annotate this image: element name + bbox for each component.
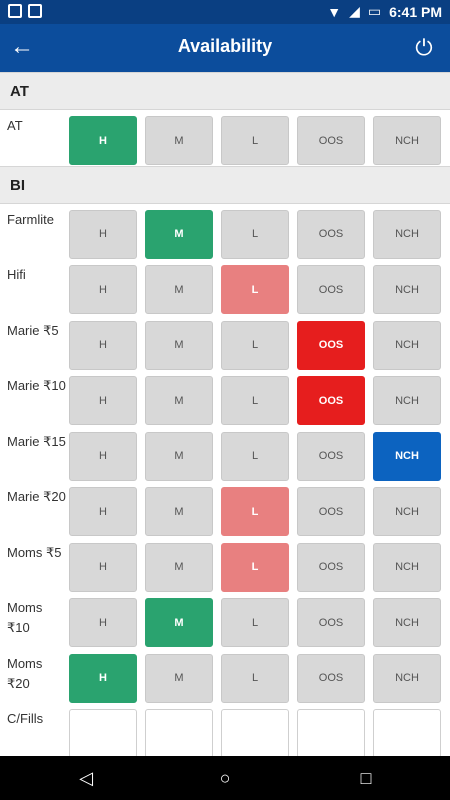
option-oos-button[interactable]: OOS	[297, 431, 365, 481]
option-oos-button[interactable]	[297, 709, 365, 756]
option-nch-button[interactable]: NCH	[373, 431, 441, 481]
option-l-button[interactable]: L	[221, 376, 289, 425]
option-oos-button[interactable]: OOS	[297, 265, 365, 314]
option-m-button[interactable]: M	[145, 209, 213, 259]
status-bar: ▼ ◢ ▭ 6:41 PM	[0, 0, 450, 24]
row-label: AT	[7, 118, 23, 133]
battery-icon: ▭	[367, 3, 382, 19]
row-label: Moms ₹20	[7, 655, 43, 691]
option-h-button[interactable]: H	[69, 431, 137, 481]
row-label: Marie ₹5	[7, 322, 59, 338]
nav-back-icon[interactable]: ◁	[72, 764, 100, 792]
android-nav-bar: ◁ ○ □	[0, 756, 450, 800]
option-l-button[interactable]: L	[221, 542, 289, 592]
option-h-button[interactable]: H	[69, 598, 137, 647]
nav-recents-icon[interactable]: □	[352, 764, 380, 792]
option-oos-button[interactable]: OOS	[297, 376, 365, 425]
availability-row: Moms ₹5 H M L OOS NCH	[0, 537, 450, 593]
availability-row: Farmlite H M L OOS NCH	[0, 204, 450, 260]
option-nch-button[interactable]: NCH	[373, 320, 441, 370]
page-title: Availability	[177, 36, 273, 56]
image-notification-icon	[8, 4, 22, 18]
wifi-icon: ▼	[327, 3, 342, 20]
availability-row: Marie ₹5 H M L OOS NCH	[0, 315, 450, 371]
power-icon[interactable]: ⏻	[410, 34, 438, 62]
option-l-button[interactable]: L	[221, 598, 289, 647]
option-h-button[interactable]: H	[69, 376, 137, 425]
row-label: C/Fills	[7, 711, 44, 726]
option-oos-button[interactable]: OOS	[297, 116, 365, 165]
option-oos-button[interactable]: OOS	[297, 209, 365, 259]
availability-row: C/Fills	[0, 703, 450, 756]
option-l-button[interactable]: L	[221, 320, 289, 370]
option-nch-button[interactable]: NCH	[373, 265, 441, 314]
availability-row: Moms ₹10 H M L OOS NCH	[0, 592, 450, 648]
option-h-button[interactable]: H	[69, 653, 137, 703]
option-m-button[interactable]: M	[145, 116, 213, 165]
option-m-button[interactable]: M	[145, 598, 213, 647]
option-m-button[interactable]: M	[145, 376, 213, 425]
option-nch-button[interactable]: NCH	[373, 487, 441, 536]
option-m-button[interactable]: M	[145, 265, 213, 314]
row-label: Marie ₹15	[7, 433, 66, 449]
option-h-button[interactable]: H	[69, 320, 137, 370]
availability-row: Hifi H M L OOS NCH	[0, 259, 450, 315]
option-m-button[interactable]: M	[145, 431, 213, 481]
phone-notification-icon	[28, 4, 42, 18]
row-label: Moms ₹5	[7, 544, 62, 560]
status-icons: ▼ ◢ ▭ 6:41 PM	[327, 3, 442, 20]
option-l-button[interactable]: L	[221, 431, 289, 481]
option-h-button[interactable]: H	[69, 487, 137, 536]
option-nch-button[interactable]: NCH	[373, 653, 441, 703]
option-nch-button[interactable]: NCH	[373, 542, 441, 592]
row-label: Farmlite	[7, 211, 54, 227]
section-header: BI	[0, 165, 450, 204]
option-oos-button[interactable]: OOS	[297, 320, 365, 370]
row-label: Hifi	[7, 267, 26, 282]
option-h-button[interactable]: H	[69, 209, 137, 259]
option-nch-button[interactable]: NCH	[373, 376, 441, 425]
option-nch-button[interactable]: NCH	[373, 209, 441, 259]
option-l-button[interactable]	[221, 709, 289, 756]
nav-home-icon[interactable]: ○	[211, 764, 239, 792]
option-m-button[interactable]: M	[145, 487, 213, 536]
status-time: 6:41 PM	[389, 3, 442, 20]
option-m-button[interactable]: M	[145, 320, 213, 370]
row-label: Marie ₹10	[7, 378, 66, 393]
option-nch-button[interactable]: NCH	[373, 116, 441, 165]
availability-row: Marie ₹10 H M L OOS NCH	[0, 370, 450, 426]
signal-icon: ◢	[349, 3, 360, 19]
option-m-button[interactable]	[145, 709, 213, 756]
row-label: Marie ₹20	[7, 489, 66, 504]
option-oos-button[interactable]: OOS	[297, 653, 365, 703]
option-h-button[interactable]: H	[69, 542, 137, 592]
option-l-button[interactable]: L	[221, 209, 289, 259]
option-nch-button[interactable]: NCH	[373, 598, 441, 647]
option-l-button[interactable]: L	[221, 487, 289, 536]
option-h-button[interactable]: H	[69, 116, 137, 165]
option-oos-button[interactable]: OOS	[297, 542, 365, 592]
option-m-button[interactable]: M	[145, 542, 213, 592]
notification-icons	[8, 4, 42, 18]
option-oos-button[interactable]: OOS	[297, 487, 365, 536]
availability-row: AT H M L OOS NCH	[0, 110, 450, 166]
option-l-button[interactable]: L	[221, 265, 289, 314]
option-h-button[interactable]: H	[69, 265, 137, 314]
availability-row: Marie ₹20 H M L OOS NCH	[0, 481, 450, 537]
availability-row: Moms ₹20 H M L OOS NCH	[0, 648, 450, 704]
app-bar: ← Availability ⏻	[0, 24, 450, 72]
option-oos-button[interactable]: OOS	[297, 598, 365, 647]
option-l-button[interactable]: L	[221, 116, 289, 165]
availability-list[interactable]: AT AT H M L OOS NCH BI Farmlite H M L OOS NCH Hifi H M L O…	[0, 72, 450, 756]
section-header: AT	[0, 72, 450, 110]
option-m-button[interactable]: M	[145, 653, 213, 703]
option-nch-button[interactable]	[373, 709, 441, 756]
row-label: Moms ₹10	[7, 600, 43, 635]
availability-row: Marie ₹15 H M L OOS NCH	[0, 426, 450, 482]
option-h-button[interactable]	[69, 709, 137, 756]
option-l-button[interactable]: L	[221, 653, 289, 703]
